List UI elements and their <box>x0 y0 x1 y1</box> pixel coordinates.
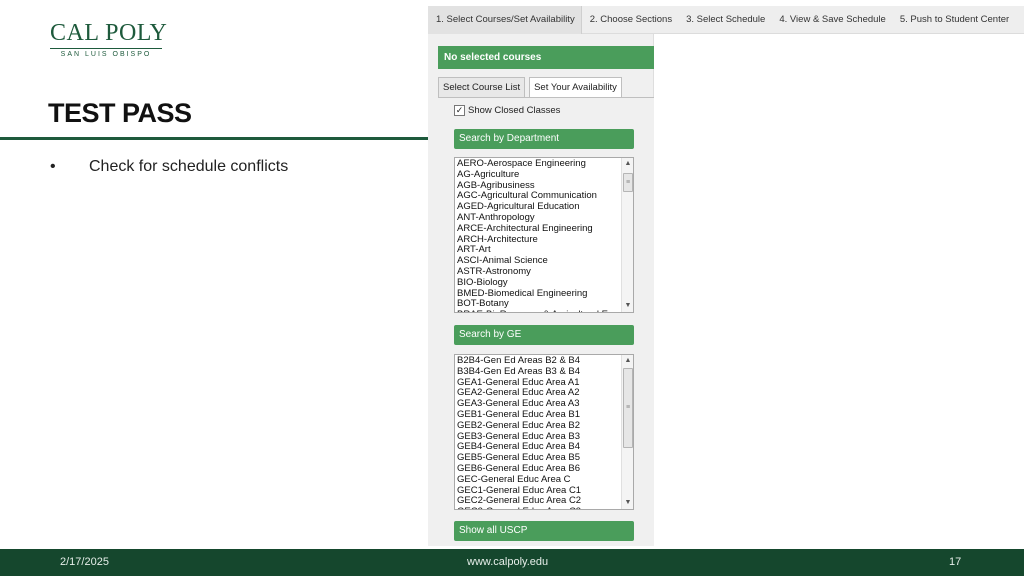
tab-set-your-availability[interactable]: Set Your Availability <box>529 77 622 98</box>
logo-subtitle: SAN LUIS OBISPO <box>60 51 152 58</box>
show-closed-label: Show Closed Classes <box>468 105 561 116</box>
list-item[interactable]: GEC3-General Educ Area C3 <box>457 507 621 509</box>
search-by-ge-header[interactable]: Search by GE <box>454 325 634 345</box>
cal-poly-logo: CAL POLY SAN LUIS OBISPO <box>50 20 168 58</box>
list-item[interactable]: GEB1-General Educ Area B1 <box>457 410 621 421</box>
scroll-up-icon[interactable]: ▲ <box>622 158 633 170</box>
list-item[interactable]: B2B4-Gen Ed Areas B2 & B4 <box>457 356 621 367</box>
scroll-thumb[interactable]: ≡ <box>623 368 633 448</box>
step-choose-sections[interactable]: 2. Choose Sections <box>582 6 678 34</box>
bullet-marker: • <box>50 158 56 175</box>
wizard-steps: 1. Select Courses/Set Availability 2. Ch… <box>428 6 1024 34</box>
scroll-thumb[interactable]: ≡ <box>623 173 633 192</box>
list-item[interactable]: ASTR-Astronomy <box>457 267 621 278</box>
department-list: AERO-Aerospace Engineering AG-Agriculture… <box>455 158 621 312</box>
list-item[interactable]: ASCI-Animal Science <box>457 256 621 267</box>
list-item[interactable]: BRAE-BioResource & Agricultural Eng <box>457 310 621 312</box>
list-item[interactable]: GEC2-General Educ Area C2 <box>457 496 621 507</box>
slide-footer: 2/17/2025 www.calpoly.edu 17 <box>0 549 1024 576</box>
list-item[interactable]: GEB6-General Educ Area B6 <box>457 464 621 475</box>
list-item[interactable]: GEC1-General Educ Area C1 <box>457 486 621 497</box>
list-item[interactable]: BMED-Biomedical Engineering <box>457 289 621 300</box>
list-item[interactable]: BOT-Botany <box>457 299 621 310</box>
show-closed-checkbox[interactable]: ✓ <box>454 105 465 116</box>
bullet-text: Check for schedule conflicts <box>89 158 289 175</box>
list-item[interactable]: GEB5-General Educ Area B5 <box>457 453 621 464</box>
list-item[interactable]: GEA2-General Educ Area A2 <box>457 388 621 399</box>
slide-title: TEST PASS <box>48 98 192 128</box>
step-view-save-schedule[interactable]: 4. View & Save Schedule <box>771 6 892 34</box>
course-selection-panel: No selected courses Select Course List S… <box>428 34 654 546</box>
department-listbox[interactable]: AERO-Aerospace Engineering AG-Agriculture… <box>454 157 634 313</box>
footer-page-number: 17 <box>949 556 962 568</box>
list-item[interactable]: ART-Art <box>457 245 621 256</box>
step-select-courses[interactable]: 1. Select Courses/Set Availability <box>428 6 582 34</box>
scroll-down-icon[interactable]: ▼ <box>622 300 633 312</box>
list-item[interactable]: AERO-Aerospace Engineering <box>457 159 621 170</box>
bullet-item: • Check for schedule conflicts <box>50 158 288 176</box>
tab-content: ✓ Show Closed Classes Search by Departme… <box>444 97 654 546</box>
list-item[interactable]: B3B4-Gen Ed Areas B3 & B4 <box>457 367 621 378</box>
schedule-builder-app: 1. Select Courses/Set Availability 2. Ch… <box>428 6 1024 546</box>
list-item[interactable]: GEB3-General Educ Area B3 <box>457 432 621 443</box>
scroll-up-icon[interactable]: ▲ <box>622 355 633 367</box>
list-item[interactable]: GEA1-General Educ Area A1 <box>457 378 621 389</box>
step-select-schedule[interactable]: 3. Select Schedule <box>678 6 771 34</box>
list-item[interactable]: GEB2-General Educ Area B2 <box>457 421 621 432</box>
list-item[interactable]: AGB-Agribusiness <box>457 181 621 192</box>
list-item[interactable]: GEB4-General Educ Area B4 <box>457 442 621 453</box>
footer-date: 2/17/2025 <box>60 556 109 568</box>
show-closed-classes[interactable]: ✓ Show Closed Classes <box>454 105 560 116</box>
department-scrollbar[interactable]: ▲ ≡ ▼ <box>621 158 633 312</box>
list-item[interactable]: GEC-General Educ Area C <box>457 475 621 486</box>
tab-select-course-list[interactable]: Select Course List <box>438 77 526 98</box>
search-by-department-header[interactable]: Search by Department <box>454 129 634 149</box>
step-push-to-student-center[interactable]: 5. Push to Student Center <box>892 6 1015 34</box>
show-all-uscp-header[interactable]: Show all USCP <box>454 521 634 541</box>
ge-listbox[interactable]: B2B4-Gen Ed Areas B2 & B4 B3B4-Gen Ed Are… <box>454 354 634 510</box>
list-item[interactable]: AGED-Agricultural Education <box>457 202 621 213</box>
footer-url: www.calpoly.edu <box>467 556 549 568</box>
selected-courses-status: No selected courses <box>438 46 654 69</box>
scroll-down-icon[interactable]: ▼ <box>622 497 633 509</box>
ge-scrollbar[interactable]: ▲ ≡ ▼ <box>621 355 633 509</box>
logo-wordmark: CAL POLY <box>50 20 168 46</box>
title-divider <box>0 137 428 140</box>
list-item[interactable]: BIO-Biology <box>457 278 621 289</box>
list-item[interactable]: ARCE-Architectural Engineering <box>457 224 621 235</box>
logo-divider <box>50 48 162 49</box>
list-item[interactable]: AGC-Agricultural Communication <box>457 191 621 202</box>
panel-tabs: Select Course List Set Your Availability <box>438 77 626 98</box>
list-item[interactable]: ANT-Anthropology <box>457 213 621 224</box>
list-item[interactable]: GEA3-General Educ Area A3 <box>457 399 621 410</box>
list-item[interactable]: AG-Agriculture <box>457 170 621 181</box>
list-item[interactable]: ARCH-Architecture <box>457 235 621 246</box>
ge-list: B2B4-Gen Ed Areas B2 & B4 B3B4-Gen Ed Are… <box>455 355 621 509</box>
